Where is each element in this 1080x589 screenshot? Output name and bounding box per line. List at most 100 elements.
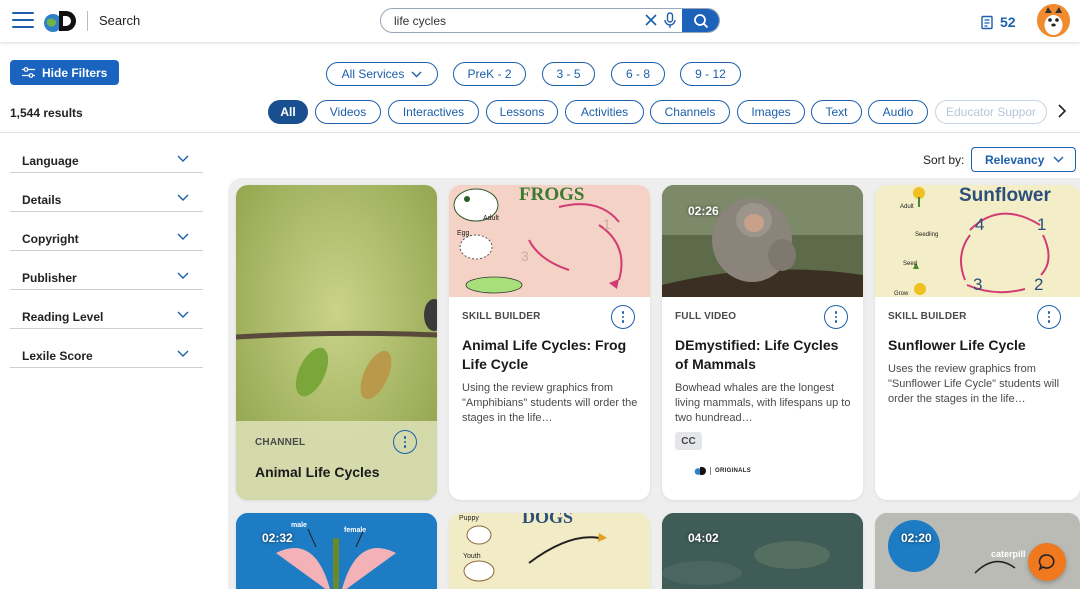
card-thumbnail: 1 3 FROGS Adult Egg <box>449 185 650 297</box>
step-number: 2 <box>1034 275 1044 294</box>
search-button[interactable] <box>682 9 719 32</box>
card-type: SKILL BUILDER <box>462 311 541 322</box>
user-avatar[interactable] <box>1037 4 1070 37</box>
step-number: 3 <box>973 275 983 294</box>
tab-audio[interactable]: Audio <box>868 100 928 124</box>
card-description: Uses the review graphics from "Sunflower… <box>888 363 1060 405</box>
filter-publisher[interactable]: Publisher <box>10 251 203 290</box>
sort-label: Sort by: <box>923 153 965 167</box>
card-thumbnail: Sunflower Adult Seedling Seed Grow 4 1 3… <box>875 185 1080 297</box>
hide-filters-button[interactable]: Hide Filters <box>10 60 119 85</box>
chevron-down-icon <box>411 71 422 77</box>
chevron-down-icon <box>177 194 189 201</box>
card-title: Animal Life Cycles: Frog Life Cycle <box>462 337 627 372</box>
tab-lessons[interactable]: Lessons <box>486 100 558 124</box>
filter-copyright[interactable]: Copyright <box>10 212 203 251</box>
result-card[interactable]: 02:32 male female <box>236 513 437 589</box>
sort-value: Relevancy <box>985 152 1045 167</box>
more-options-icon[interactable] <box>1037 305 1061 329</box>
svg-text:1: 1 <box>603 216 611 232</box>
tab-activities[interactable]: Activities <box>565 100 644 124</box>
step-number: 4 <box>975 215 985 234</box>
thumb-heading: DOGS <box>522 513 574 527</box>
assignments-button[interactable]: 52 <box>980 12 1040 32</box>
search-icon <box>693 13 708 28</box>
svg-text:3: 3 <box>521 248 529 264</box>
result-card[interactable]: 04:02 <box>662 513 863 589</box>
result-card-frog-life-cycle[interactable]: 1 3 FROGS Adult Egg SKILL BUILDER Animal… <box>449 185 650 500</box>
sort-dropdown[interactable]: Relevancy <box>971 147 1076 172</box>
more-options-icon[interactable] <box>393 430 417 454</box>
clear-search-icon[interactable] <box>643 12 659 28</box>
filter-sliders-icon <box>22 67 35 78</box>
assignments-count: 52 <box>1000 14 1016 30</box>
result-card[interactable]: DOGS Puppy Youth <box>449 513 650 589</box>
card-thumbnail: DOGS Puppy Youth <box>449 513 650 589</box>
result-card-demystified-mammals[interactable]: 02:26 FULL VIDEO DEmystified: Life Cycle… <box>662 185 863 500</box>
filter-details[interactable]: Details <box>10 173 203 212</box>
tab-images[interactable]: Images <box>737 100 805 124</box>
assignment-icon <box>981 15 993 29</box>
thumb-label: Seedling <box>915 232 939 238</box>
thumb-label: Seed <box>903 261 918 267</box>
filter-lexile-score[interactable]: Lexile Score <box>10 329 203 368</box>
chevron-down-icon <box>1053 156 1064 163</box>
hide-filters-label: Hide Filters <box>42 65 108 80</box>
filter-label: Lexile Score <box>22 349 93 363</box>
thumb-label: Egg <box>457 230 470 237</box>
chevron-down-icon <box>177 311 189 318</box>
filter-label: Language <box>22 154 79 168</box>
card-thumbnail: 04:02 <box>662 513 863 589</box>
grade-9-12[interactable]: 9 - 12 <box>680 62 741 86</box>
chat-bubble-icon <box>1038 554 1055 571</box>
video-duration: 04:02 <box>688 531 719 545</box>
filter-language[interactable]: Language <box>10 134 203 173</box>
discovery-logo-icon <box>694 467 706 475</box>
tab-all[interactable]: All <box>268 100 308 124</box>
thumb-label: Grow <box>894 291 909 297</box>
tab-text[interactable]: Text <box>811 100 862 124</box>
thumb-label: Youth <box>463 553 481 560</box>
card-type: CHANNEL <box>255 437 306 448</box>
thumb-label: Adult <box>900 204 914 210</box>
filter-label: Copyright <box>22 232 79 246</box>
results-count: 1,544 results <box>10 106 83 120</box>
chevron-down-icon <box>177 155 189 162</box>
services-dropdown[interactable]: All Services <box>326 62 438 86</box>
tab-interactives[interactable]: Interactives <box>388 100 479 124</box>
menu-icon[interactable] <box>12 12 34 30</box>
grade-prek-2[interactable]: PreK - 2 <box>453 62 526 86</box>
tab-videos[interactable]: Videos <box>315 100 381 124</box>
video-duration: 02:26 <box>688 204 719 218</box>
result-card-channel[interactable]: CHANNEL Animal Life Cycles <box>236 185 437 500</box>
filter-label: Publisher <box>22 271 77 285</box>
tab-channels[interactable]: Channels <box>650 100 730 124</box>
discovery-originals-badge: ORIGINALS <box>694 466 751 476</box>
originals-label: ORIGINALS <box>715 468 752 474</box>
card-type: FULL VIDEO <box>675 311 737 322</box>
brand-label: Search <box>99 13 141 28</box>
more-options-icon[interactable] <box>824 305 848 329</box>
microphone-icon[interactable] <box>663 12 677 29</box>
thumb-heading: Sunflower <box>959 185 1051 206</box>
filter-label: Details <box>22 193 62 207</box>
chevron-down-icon <box>177 272 189 279</box>
tab-educator-support[interactable]: Educator Suppor <box>935 100 1047 124</box>
top-bar: Search 52 <box>0 0 1080 42</box>
chat-button[interactable] <box>1028 543 1066 581</box>
card-type: SKILL BUILDER <box>888 311 967 322</box>
search-input[interactable] <box>381 9 641 32</box>
grade-3-5[interactable]: 3 - 5 <box>542 62 595 86</box>
card-thumbnail: 02:32 male female <box>236 513 437 589</box>
result-card-sunflower-life-cycle[interactable]: Sunflower Adult Seedling Seed Grow 4 1 3… <box>875 185 1080 500</box>
thumb-label: male <box>291 522 307 529</box>
step-number: 1 <box>1037 215 1047 234</box>
grade-6-8[interactable]: 6 - 8 <box>611 62 665 86</box>
chevron-down-icon <box>177 350 189 357</box>
thumb-label: Adult <box>483 215 499 222</box>
services-label: All Services <box>341 67 405 81</box>
filter-reading-level[interactable]: Reading Level <box>10 290 203 329</box>
discovery-logo-icon[interactable] <box>42 7 80 35</box>
chevron-right-icon[interactable] <box>1056 103 1068 119</box>
more-options-icon[interactable] <box>611 305 635 329</box>
